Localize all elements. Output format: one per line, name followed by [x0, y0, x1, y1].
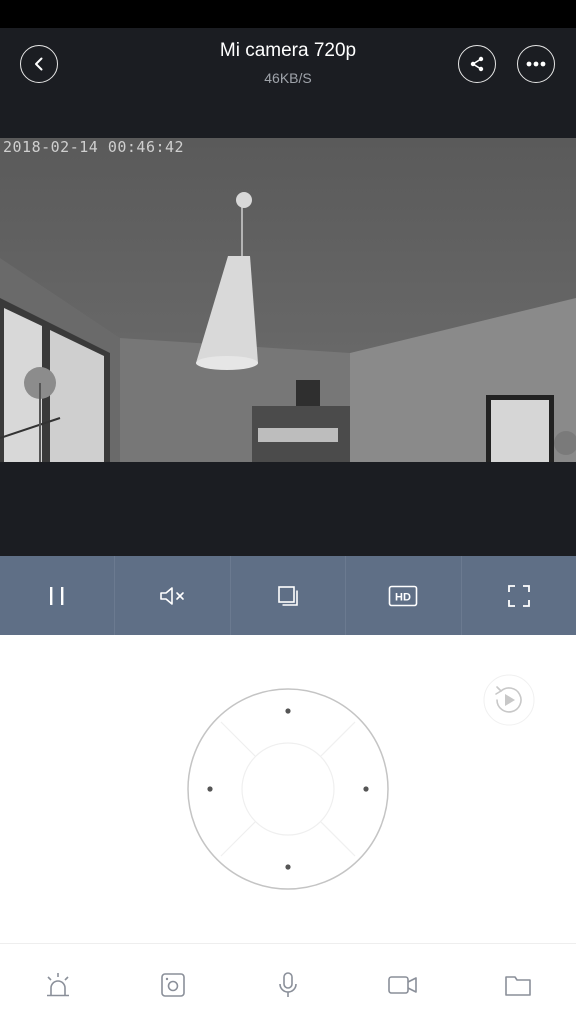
hd-button[interactable]: HD	[346, 556, 462, 635]
share-icon	[470, 56, 484, 72]
dpad-left-dot[interactable]	[207, 786, 213, 792]
microphone-icon	[279, 971, 297, 997]
camera-snapshot-icon	[160, 972, 185, 997]
screenshot-button[interactable]	[231, 556, 347, 635]
folder-icon	[505, 975, 532, 996]
status-bar	[0, 0, 576, 28]
copy-frame-icon	[278, 585, 298, 606]
camera-live-view[interactable]: 2018-02-14 00:46:42	[0, 138, 576, 462]
alarm-button[interactable]	[0, 944, 115, 1025]
pause-icon	[50, 586, 64, 605]
ptz-control-area	[0, 635, 576, 943]
record-button[interactable]	[346, 944, 461, 1025]
snapshot-button[interactable]	[115, 944, 230, 1025]
room-scene-image	[0, 138, 576, 462]
replay-icon[interactable]	[483, 674, 535, 726]
more-horizontal-icon	[526, 61, 546, 67]
fullscreen-icon	[507, 584, 530, 607]
dpad-down-dot[interactable]	[285, 864, 291, 870]
dpad-up-dot[interactable]	[285, 708, 291, 714]
speaker-muted-icon	[159, 586, 184, 605]
hd-icon: HD	[389, 585, 418, 606]
alarm-light-icon	[46, 972, 69, 996]
video-timestamp: 2018-02-14 00:46:42	[3, 138, 185, 156]
dpad-right-dot[interactable]	[363, 786, 369, 792]
bottom-action-bar	[0, 943, 576, 1025]
talk-button[interactable]	[230, 944, 345, 1025]
video-camera-icon	[388, 975, 418, 994]
video-toolbar: HD	[0, 556, 576, 635]
mute-button[interactable]	[115, 556, 231, 635]
files-button[interactable]	[461, 944, 576, 1025]
pause-button[interactable]	[0, 556, 116, 635]
share-button[interactable]	[458, 45, 496, 83]
direction-pad-icon[interactable]	[186, 687, 390, 891]
hd-label: HD	[395, 591, 411, 603]
fullscreen-button[interactable]	[462, 556, 576, 635]
more-button[interactable]	[517, 45, 555, 83]
